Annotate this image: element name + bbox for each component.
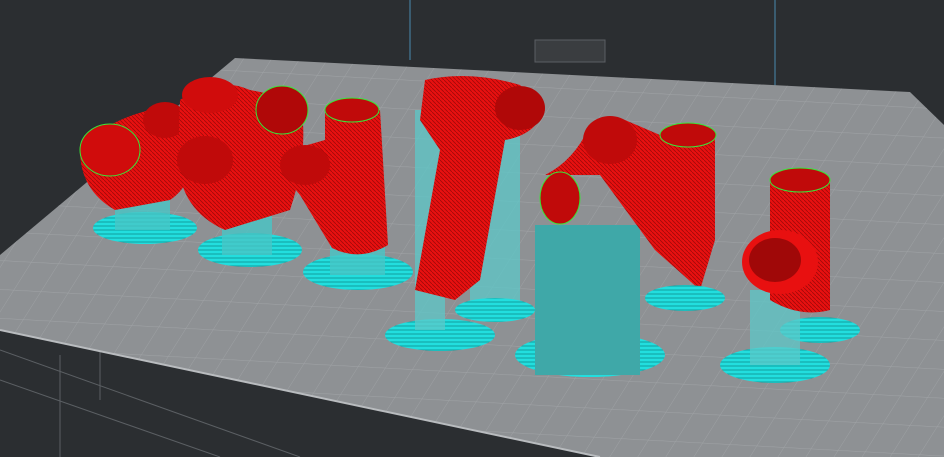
support xyxy=(535,225,640,375)
3d-preview-viewport[interactable] xyxy=(0,0,944,457)
